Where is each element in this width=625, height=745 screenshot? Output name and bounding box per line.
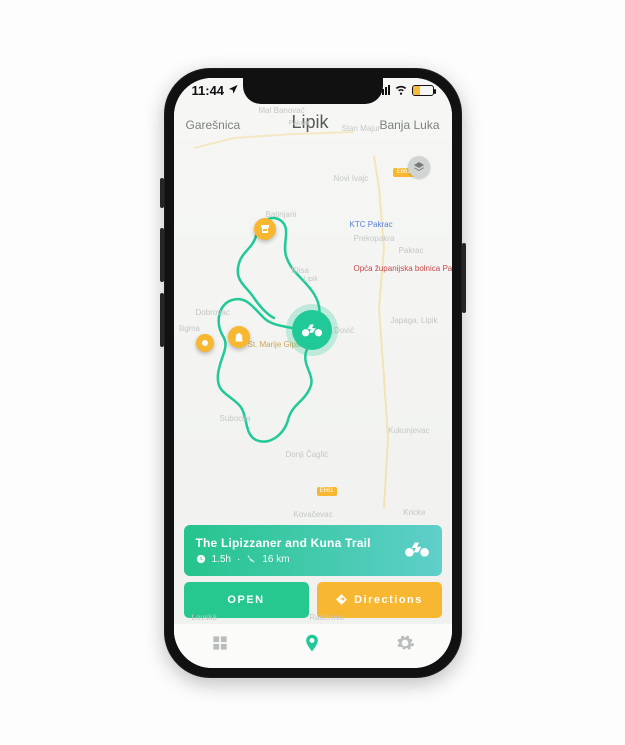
store-icon bbox=[259, 223, 271, 235]
side-button bbox=[160, 293, 164, 347]
map-place-label: šigma bbox=[179, 324, 200, 333]
map-marker[interactable] bbox=[254, 218, 276, 240]
bag-icon bbox=[233, 331, 245, 343]
trail-center-badge[interactable] bbox=[292, 310, 332, 350]
map-place-label: Klisa bbox=[292, 266, 309, 275]
map-layers-button[interactable] bbox=[408, 156, 430, 178]
side-button bbox=[462, 243, 466, 313]
map-place-label: Japaga, Lipik bbox=[390, 316, 437, 325]
map-place-label: Prekopakra bbox=[354, 234, 395, 243]
bike-icon bbox=[404, 535, 430, 561]
map-place-label: Dobrovac bbox=[196, 308, 230, 317]
trail-stats: 1.5h · 16 km bbox=[196, 554, 371, 565]
road-badge: E661 bbox=[317, 487, 337, 496]
map-city-label: Garešnica bbox=[186, 118, 241, 132]
side-button bbox=[160, 228, 164, 282]
map-place-label: Pakrac bbox=[289, 120, 311, 127]
map-marker[interactable] bbox=[196, 334, 214, 352]
map-place-label: Batinjani bbox=[266, 210, 297, 219]
map-place-label: Subocka bbox=[220, 414, 251, 423]
battery-icon bbox=[412, 85, 434, 96]
map-place-label: Mal Banovać bbox=[259, 106, 305, 115]
status-time: 11:44 bbox=[192, 83, 225, 98]
tab-settings[interactable] bbox=[395, 633, 415, 658]
open-button-label: OPEN bbox=[227, 594, 264, 606]
layers-icon bbox=[413, 161, 425, 173]
trail-title: The Lipizzaner and Kuna Trail bbox=[196, 536, 371, 550]
tab-bar bbox=[174, 624, 452, 668]
map-poi-label: Opća županijska bolnica Pakrac i… bbox=[354, 264, 452, 273]
tab-map[interactable] bbox=[302, 633, 322, 658]
trail-type-icon bbox=[404, 535, 430, 566]
tab-grid[interactable] bbox=[210, 633, 230, 658]
map-place-label: Rađerovo bbox=[310, 613, 345, 622]
map-place-label: Lipik bbox=[304, 276, 318, 283]
map-place-label: Pakrac bbox=[399, 246, 424, 255]
clock-icon bbox=[196, 554, 206, 564]
map-city-label: Banja Luka bbox=[379, 118, 439, 132]
map-place-label: Stan Majur bbox=[342, 124, 381, 133]
notch bbox=[243, 78, 383, 104]
directions-button-label: Directions bbox=[354, 594, 423, 606]
screen: 11:44 Garešnica bbox=[174, 78, 452, 668]
side-button bbox=[160, 178, 164, 208]
trail-duration: 1.5h bbox=[212, 554, 231, 565]
map-poi-label: KTC Pakrac bbox=[350, 220, 393, 229]
directions-icon bbox=[335, 593, 348, 606]
map-marker[interactable] bbox=[228, 326, 250, 348]
map-place-label: Kukunjevac bbox=[388, 426, 429, 435]
map-place-label: Kricke bbox=[403, 508, 425, 517]
map-place-label: Lovskä bbox=[192, 613, 217, 622]
map-place-label: Kovačevac bbox=[294, 510, 333, 519]
gear-icon bbox=[395, 633, 415, 653]
bike-icon bbox=[301, 319, 323, 341]
location-icon bbox=[228, 83, 239, 98]
point-icon bbox=[199, 337, 211, 349]
distance-icon bbox=[246, 554, 256, 564]
trail-distance: 16 km bbox=[262, 554, 289, 565]
map-canvas[interactable]: Garešnica Lipik Banja Luka Mal Banovać P… bbox=[174, 78, 452, 668]
wifi-icon bbox=[394, 82, 408, 99]
phone-frame: 11:44 Garešnica bbox=[164, 68, 462, 678]
map-place-label: Novi Ivajc bbox=[334, 174, 369, 183]
grid-icon bbox=[210, 633, 230, 653]
map-place-label: Donji Čaglić bbox=[286, 450, 329, 459]
pin-icon bbox=[302, 633, 322, 653]
trail-card[interactable]: The Lipizzaner and Kuna Trail 1.5h · 16 … bbox=[184, 525, 442, 576]
